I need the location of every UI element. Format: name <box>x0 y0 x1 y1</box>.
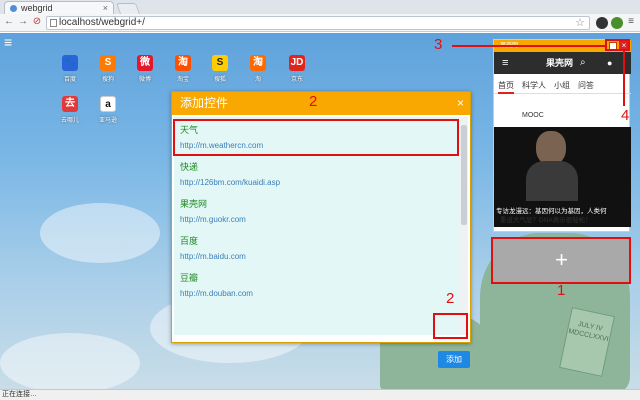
baidu-icon: 🐾 <box>62 55 78 71</box>
highlight-widget-controls <box>605 39 630 51</box>
item-url[interactable]: http://126bm.com/kuaidi.asp <box>180 178 280 187</box>
taobao-icon: 淘 <box>175 55 191 71</box>
app-label: 搜狗 <box>101 77 114 83</box>
scrollbar-thumb[interactable] <box>461 125 467 225</box>
list-item-guokr[interactable]: 果壳网 http://m.guokr.com <box>180 197 452 231</box>
annotation-line <box>623 50 625 106</box>
portrait-body <box>526 161 578 201</box>
annotation-number: 1 <box>557 282 566 299</box>
tab-qa[interactable]: 问答 <box>578 80 594 91</box>
dialog-scrollbar[interactable] <box>460 117 468 335</box>
item-name: 豆瓣 <box>180 273 199 283</box>
sogou-icon: S <box>100 55 116 71</box>
background-cloud <box>40 203 160 263</box>
app-label: 搜狐 <box>213 77 226 83</box>
app-sohu[interactable]: S 搜狐 <box>205 55 235 89</box>
tab-title: webgrid <box>21 3 53 13</box>
app-taobao[interactable]: 淘 淘宝 <box>168 55 198 89</box>
address-bar[interactable]: localhost/webgrid+/ ☆ <box>46 16 590 30</box>
add-button[interactable]: 添加 <box>438 351 470 368</box>
tab-group[interactable]: 小组 <box>554 80 570 91</box>
qunar-icon: 去 <box>62 96 78 112</box>
extension-icon[interactable] <box>596 17 608 29</box>
list-item-baidu[interactable]: 百度 http://m.baidu.com <box>180 234 452 268</box>
widget-section-label: MOOC <box>522 112 544 119</box>
app-amazon[interactable]: a 亚马逊 <box>93 96 123 130</box>
annotation-number: 4 <box>621 107 630 124</box>
tao-icon: 淘 <box>250 55 266 71</box>
dialog-close-icon[interactable]: × <box>457 92 464 115</box>
widget-search-icon[interactable]: ⌕ <box>580 52 586 74</box>
widget-tabs: 首页 科学人 小组 问答 <box>494 78 631 94</box>
app-baidu[interactable]: 🐾 百度 <box>55 55 85 89</box>
hamburger-menu-icon[interactable]: ≡ <box>4 35 16 49</box>
background-cloud <box>0 333 140 389</box>
sohu-icon: S <box>212 55 228 71</box>
extension-icon[interactable] <box>611 17 623 29</box>
dialog-title: 添加控件 <box>180 96 229 110</box>
status-bar: 正在连接… <box>0 389 640 400</box>
app-label: 淘宝 <box>176 77 189 83</box>
app-label: 去哪儿 <box>60 118 79 124</box>
amazon-icon: a <box>100 96 116 112</box>
page-icon <box>50 19 57 27</box>
tab-bar: webgrid × <box>0 0 640 14</box>
app-tao[interactable]: 淘 淘 <box>243 55 273 89</box>
weibo-icon: 微 <box>137 55 153 71</box>
highlight-add-widget <box>491 237 631 284</box>
annotation-line <box>452 45 606 47</box>
address-text: localhost/webgrid+/ <box>59 17 145 28</box>
back-icon[interactable]: ← <box>3 16 15 28</box>
browser-toolbar: ← → ⊘ localhost/webgrid+/ ☆ ≡ <box>0 14 640 32</box>
app-qunar[interactable]: 去 去哪儿 <box>55 96 85 130</box>
news-headline[interactable]: 重返大气层？DNA表示很轻松！ <box>500 214 592 224</box>
new-tab-button[interactable] <box>115 3 141 14</box>
tab-webgrid[interactable]: webgrid × <box>4 1 114 14</box>
app-jd[interactable]: JD 京东 <box>282 55 312 89</box>
item-url[interactable]: http://m.douban.com <box>180 289 253 298</box>
highlight-weather-item <box>173 119 459 156</box>
browser-window: webgrid × ← → ⊘ localhost/webgrid+/ ☆ ≡ … <box>0 0 640 400</box>
dialog-header: 添加控件 × <box>172 92 470 115</box>
list-item-douban[interactable]: 豆瓣 http://m.douban.com <box>180 271 452 305</box>
article-image[interactable]: 专访龙漫远：基因何以为基因，人类何 <box>494 127 631 227</box>
app-label: 微博 <box>138 77 151 83</box>
favicon-icon <box>10 5 17 12</box>
app-sogou[interactable]: S 搜狗 <box>93 55 123 89</box>
item-name: 果壳网 <box>180 199 208 209</box>
widget-navbar: ≡ 果壳网 ⌕ ● <box>494 52 631 74</box>
jd-icon: JD <box>289 55 305 71</box>
app-label: 京东 <box>290 77 303 83</box>
annotation-number: 2 <box>446 290 455 307</box>
tab-home[interactable]: 首页 <box>498 80 514 94</box>
item-name: 快递 <box>180 162 199 172</box>
item-name: 百度 <box>180 236 199 246</box>
webgrid-page: JULY IV MDCCLXXVI ≡ 🐾 百度 S 搜狗 微 微博 淘 淘宝 … <box>0 33 640 389</box>
widget-user-icon[interactable]: ● <box>607 52 612 74</box>
app-label: 淘 <box>254 77 261 83</box>
annotation-number: 2 <box>309 93 318 110</box>
guokr-widget: 果壳网 × ≡ 果壳网 ⌕ ● 首页 科学人 小组 问答 MOOC 专访龙漫远：… <box>493 39 631 232</box>
app-label: 百度 <box>63 77 76 83</box>
widget-site-name: 果壳网 <box>546 58 574 68</box>
tab-science[interactable]: 科学人 <box>522 80 546 91</box>
menu-icon[interactable]: ≡ <box>625 16 637 28</box>
widget-menu-icon[interactable]: ≡ <box>502 52 508 74</box>
item-url[interactable]: http://m.guokr.com <box>180 215 246 224</box>
item-url[interactable]: http://m.baidu.com <box>180 252 246 261</box>
forward-icon[interactable]: → <box>17 16 29 28</box>
app-weibo[interactable]: 微 微博 <box>130 55 160 89</box>
highlight-add-button <box>433 313 468 339</box>
app-label: 亚马逊 <box>98 118 117 124</box>
list-item-express[interactable]: 快递 http://126bm.com/kuaidi.asp <box>180 160 452 194</box>
stop-icon[interactable]: ⊘ <box>31 16 43 28</box>
bookmark-star-icon[interactable]: ☆ <box>575 17 585 29</box>
portrait-face <box>536 131 566 165</box>
annotation-number: 3 <box>434 36 443 53</box>
tab-close-icon[interactable]: × <box>103 2 108 14</box>
